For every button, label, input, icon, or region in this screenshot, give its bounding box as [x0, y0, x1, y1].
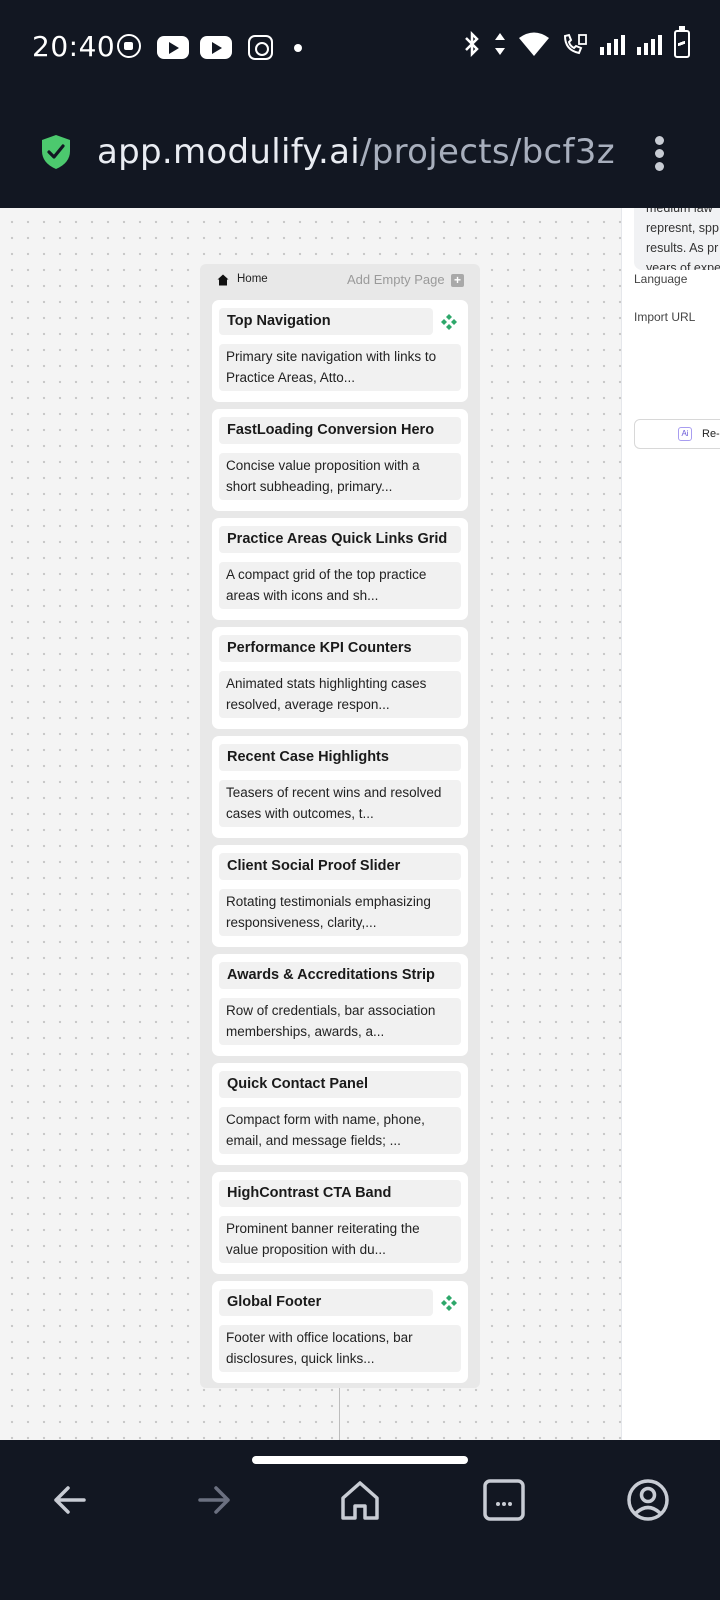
profile-icon[interactable] [624, 1476, 672, 1524]
description-line: results. As pr [646, 241, 719, 255]
section-description[interactable]: Concise value proposition with a short s… [219, 453, 461, 500]
youtube-icon [200, 36, 232, 59]
section-card[interactable]: Performance KPI Counters Animated stats h… [212, 627, 468, 729]
page-sitemap-column: Home Add Empty Page + Top Navigation Prim… [200, 264, 480, 1388]
data-arrows-icon [495, 33, 505, 55]
description-line: medium law [646, 208, 713, 215]
page-header: Home Add Empty Page + [200, 264, 480, 294]
section-description[interactable]: Row of credentials, bar association memb… [219, 998, 461, 1045]
section-title[interactable]: Client Social Proof Slider [219, 853, 461, 880]
description-line: represnt, spp [646, 221, 719, 235]
builder-canvas[interactable]: Home Add Empty Page + Top Navigation Prim… [0, 208, 720, 1440]
instagram-icon [248, 35, 273, 60]
section-card[interactable]: Awards & Accreditations Strip Row of cred… [212, 954, 468, 1056]
wifi-calling-icon [563, 33, 587, 55]
home-icon [217, 274, 229, 286]
browser-menu-icon[interactable] [654, 136, 666, 172]
shield-check-icon[interactable] [40, 134, 72, 170]
status-bar: 20:40 [0, 0, 720, 96]
import-url-label: Import URL [634, 310, 696, 324]
section-description[interactable]: A compact grid of the top practice areas… [219, 562, 461, 609]
global-component-icon [440, 313, 458, 331]
section-title[interactable]: Top Navigation [219, 308, 433, 335]
regenerate-label: Re- [702, 428, 720, 440]
status-time: 20:40 [32, 30, 116, 63]
section-description[interactable]: Rotating testimonials emphasizing respon… [219, 889, 461, 936]
section-title[interactable]: Practice Areas Quick Links Grid [219, 526, 461, 553]
section-title[interactable]: Quick Contact Panel [219, 1071, 461, 1098]
system-icons [462, 26, 690, 58]
more-notifications-dot-icon [294, 44, 302, 52]
url-text[interactable]: app.modulify.ai/projects/bcf3z [97, 132, 615, 172]
tabs-icon[interactable] [480, 1476, 528, 1524]
forward-arrow-icon[interactable] [190, 1476, 238, 1524]
wifi-icon [519, 32, 549, 56]
section-description[interactable]: Footer with office locations, bar disclo… [219, 1325, 461, 1372]
section-description[interactable]: Animated stats highlighting cases resolv… [219, 671, 461, 718]
right-settings-panel: medium law represnt, spp results. As pr … [621, 208, 720, 1440]
youtube-icon [157, 36, 189, 59]
description-textarea[interactable]: medium law represnt, spp results. As pr … [634, 208, 720, 270]
home-nav-icon[interactable] [336, 1476, 384, 1524]
section-description[interactable]: Compact form with name, phone, email, an… [219, 1107, 461, 1154]
section-title[interactable]: Performance KPI Counters [219, 635, 461, 662]
browser-bottom-nav [0, 1440, 720, 1600]
signal-strength-icon [600, 33, 625, 55]
url-path: /projects/bcf3z [360, 132, 615, 172]
section-card[interactable]: Global Footer Footer with office location… [212, 1281, 468, 1383]
section-card[interactable]: HighContrast CTA Band Prominent banner re… [212, 1172, 468, 1274]
connector-line [339, 1388, 340, 1440]
section-title[interactable]: Global Footer [219, 1289, 433, 1316]
section-card[interactable]: Recent Case Highlights Teasers of recent … [212, 736, 468, 838]
section-card[interactable]: Top Navigation Primary site navigation wi… [212, 300, 468, 402]
section-description[interactable]: Teasers of recent wins and resolved case… [219, 780, 461, 827]
screen-record-icon [117, 34, 141, 58]
section-description[interactable]: Prominent banner reiterating the value p… [219, 1216, 461, 1263]
description-line: years of expe [646, 261, 720, 270]
gesture-bar [252, 1456, 468, 1464]
page-name[interactable]: Home [237, 273, 268, 285]
url-host: app.modulify.ai [97, 132, 360, 172]
bluetooth-icon [465, 31, 479, 57]
add-empty-page-button[interactable]: Add Empty Page [347, 272, 445, 287]
section-card[interactable]: Practice Areas Quick Links Grid A compact… [212, 518, 468, 620]
signal-strength-2-icon [637, 33, 662, 55]
back-arrow-icon[interactable] [46, 1476, 94, 1524]
global-component-icon [440, 1294, 458, 1312]
language-label: Language [634, 272, 688, 286]
regenerate-button[interactable]: Ai Re- [634, 419, 720, 449]
section-card[interactable]: Client Social Proof Slider Rotating testi… [212, 845, 468, 947]
section-card[interactable]: FastLoading Conversion Hero Concise value… [212, 409, 468, 511]
section-title[interactable]: FastLoading Conversion Hero [219, 417, 461, 444]
battery-charging-icon [674, 26, 690, 58]
browser-url-bar[interactable]: app.modulify.ai/projects/bcf3z [0, 96, 720, 208]
section-title[interactable]: Recent Case Highlights [219, 744, 461, 771]
section-description[interactable]: Primary site navigation with links to Pr… [219, 344, 461, 391]
section-card[interactable]: Quick Contact Panel Compact form with nam… [212, 1063, 468, 1165]
section-title[interactable]: HighContrast CTA Band [219, 1180, 461, 1207]
ai-icon: Ai [678, 427, 692, 441]
add-page-icon[interactable]: + [451, 274, 464, 287]
section-title[interactable]: Awards & Accreditations Strip [219, 962, 461, 989]
